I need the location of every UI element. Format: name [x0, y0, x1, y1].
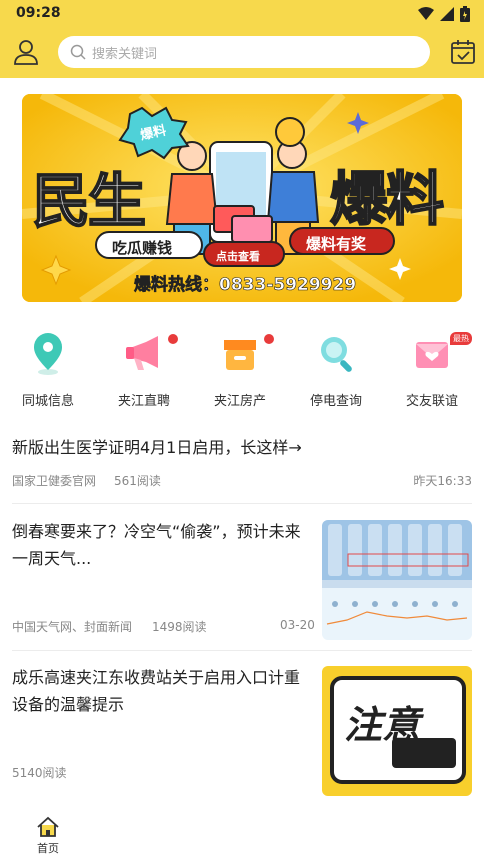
top-header: 搜索关键词: [0, 28, 484, 78]
status-icons: [418, 6, 470, 22]
divider: [12, 503, 472, 504]
quick-link-outage[interactable]: 停电查询: [288, 326, 384, 416]
news-title: 倒春寒要来了？冷空气“偷袭”，预计未来一周天气...: [12, 522, 301, 568]
promo-banner[interactable]: 爆料 民生 爆料 吃瓜赚钱 点击查看 爆料有奖 爆料热线：0833-592992…: [22, 94, 462, 302]
user-profile-icon[interactable]: [12, 38, 40, 66]
quick-link-housing[interactable]: 夹江房产: [192, 326, 288, 416]
news-reads: 5140阅读: [12, 766, 67, 780]
quick-links: 同城信息 夹江直聘 夹江房产 停电查询 最热 交友联谊: [0, 326, 484, 416]
news-title: 新版出生医学证明4月1日启用，长这样→: [12, 438, 302, 457]
megaphone-icon: [126, 336, 158, 370]
quick-link-label: 停电查询: [309, 394, 362, 409]
quick-link-label: 夹江房产: [213, 394, 266, 409]
calendar-check-icon[interactable]: [450, 38, 476, 66]
search-icon: [70, 44, 86, 60]
search-input[interactable]: 搜索关键词: [58, 36, 430, 68]
wifi-icon: [418, 7, 434, 20]
news-reads: 561阅读: [114, 474, 161, 488]
notification-dot: [264, 334, 274, 344]
hot-badge: 最热: [450, 332, 472, 345]
divider: [12, 650, 472, 651]
news-source: 中国天气网、封面新闻: [12, 620, 133, 634]
quick-link-local-info[interactable]: 同城信息: [0, 326, 96, 416]
signal-icon: [440, 7, 454, 21]
banner-pill-left: 吃瓜赚钱: [112, 239, 173, 257]
news-source: 国家卫健委官网: [12, 474, 97, 488]
search-placeholder: 搜索关键词: [92, 46, 158, 62]
magnifier-icon: [321, 337, 352, 372]
quick-link-label: 同城信息: [21, 394, 74, 409]
quick-link-label: 夹江直聘: [117, 394, 170, 409]
news-reads: 1498阅读: [152, 620, 207, 634]
tab-home[interactable]: 首页: [24, 840, 72, 856]
banner-title-right: 爆料: [329, 164, 445, 234]
notice-thumb-text: 注意: [344, 703, 421, 747]
news-item[interactable]: 新版出生医学证明4月1日启用，长这样→ 国家卫健委官网 561阅读 昨天16:3…: [12, 434, 474, 494]
bottom-tab-bar: 首页: [0, 808, 484, 860]
news-title: 成乐高速夹江东收费站关于启用入口计重设备的温馨提示: [12, 668, 301, 714]
quick-link-jobs[interactable]: 夹江直聘: [96, 326, 192, 416]
banner-hotline: 爆料热线：0833-5929929: [134, 275, 357, 296]
location-pin-icon: [34, 333, 62, 375]
quick-link-label: 交友联谊: [405, 394, 458, 409]
notification-dot: [168, 334, 178, 344]
banner-title-left: 民生: [31, 166, 147, 236]
love-letter-icon: [416, 342, 448, 368]
news-time: 昨天16:33: [413, 474, 472, 488]
quick-link-dating[interactable]: 最热 交友联谊: [384, 326, 480, 416]
weather-chart-image: [322, 520, 472, 625]
news-time: 03-20: [280, 618, 315, 632]
battery-icon: [460, 6, 470, 22]
news-thumbnail[interactable]: 注意: [322, 666, 472, 796]
banner-view-button[interactable]: 点击查看: [216, 248, 260, 264]
status-bar: 09:28: [0, 0, 484, 28]
shop-icon: [224, 340, 256, 370]
news-thumbnail[interactable]: [322, 520, 472, 640]
banner-pill-right: 爆料有奖: [306, 235, 367, 253]
status-time: 09:28: [16, 5, 61, 21]
home-icon[interactable]: [36, 816, 60, 838]
